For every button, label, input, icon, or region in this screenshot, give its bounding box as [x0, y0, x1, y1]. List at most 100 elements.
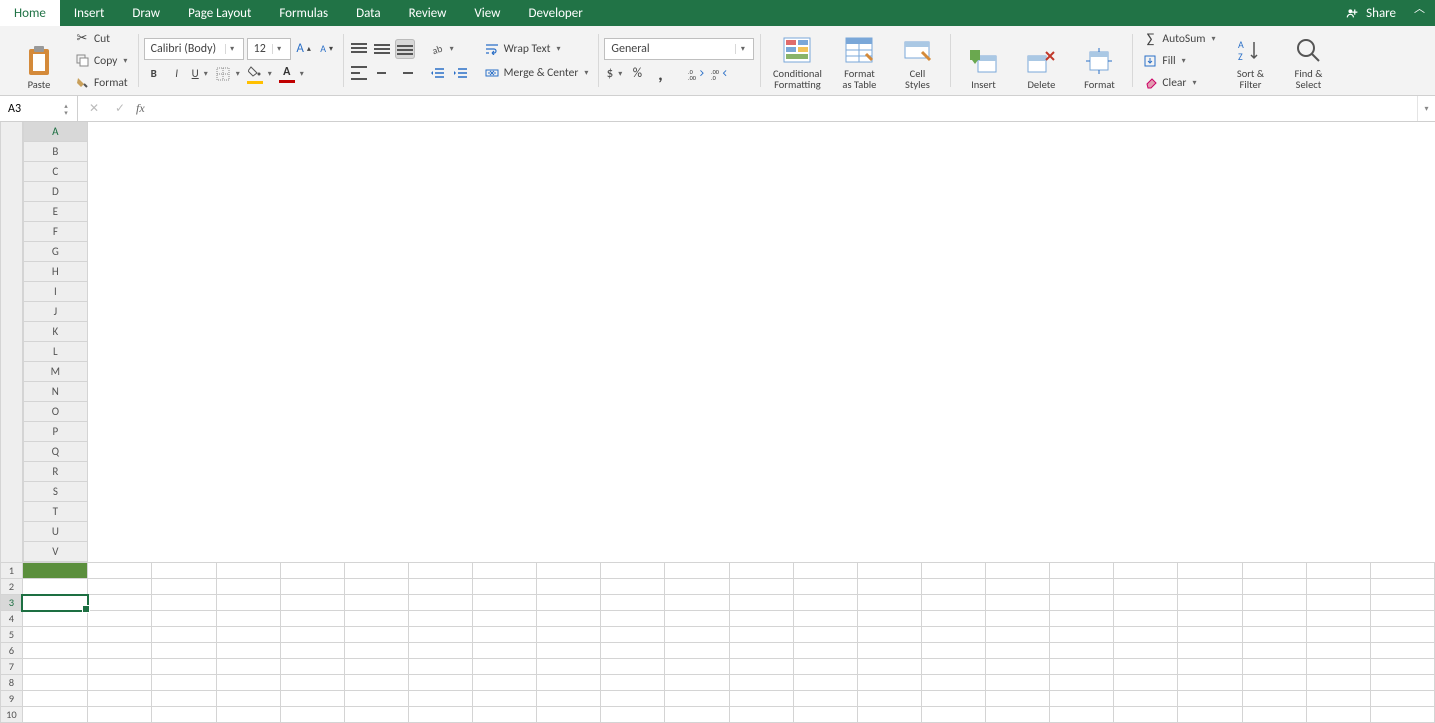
collapse-ribbon-button[interactable]: ︿ — [1404, 0, 1435, 26]
cell-L5[interactable] — [729, 627, 793, 643]
cut-button[interactable]: ✂ Cut — [70, 29, 132, 49]
cell-P10[interactable] — [986, 707, 1050, 723]
column-header-Q[interactable]: Q — [23, 442, 88, 462]
cell-M6[interactable] — [793, 643, 857, 659]
delete-cells-button[interactable]: Delete — [1014, 28, 1068, 92]
find-select-button[interactable]: Find & Select — [1281, 28, 1335, 92]
cell-F6[interactable] — [344, 643, 408, 659]
cell-B7[interactable] — [88, 659, 152, 675]
fill-button[interactable]: Fill ▾ — [1138, 51, 1219, 71]
cell-U1[interactable] — [1306, 563, 1370, 579]
cell-O6[interactable] — [921, 643, 985, 659]
row-header-10[interactable]: 10 — [1, 707, 23, 723]
cell-M7[interactable] — [793, 659, 857, 675]
column-header-R[interactable]: R — [23, 462, 88, 482]
cell-P5[interactable] — [986, 627, 1050, 643]
cell-C7[interactable] — [152, 659, 216, 675]
row-header-1[interactable]: 1 — [1, 563, 23, 579]
cell-Q9[interactable] — [1050, 691, 1114, 707]
row-header-2[interactable]: 2 — [1, 579, 23, 595]
cell-J1[interactable] — [601, 563, 665, 579]
fill-color-button[interactable]: ▾ — [245, 64, 274, 84]
tab-insert[interactable]: Insert — [60, 0, 119, 26]
cell-S9[interactable] — [1178, 691, 1242, 707]
cell-Q3[interactable] — [1050, 595, 1114, 611]
underline-button[interactable]: U▾ — [190, 64, 210, 84]
cell-G10[interactable] — [408, 707, 472, 723]
cell-C4[interactable] — [152, 611, 216, 627]
cell-C5[interactable] — [152, 627, 216, 643]
cell-D9[interactable] — [216, 691, 280, 707]
orientation-button[interactable]: ab▾ — [427, 39, 456, 59]
cell-T6[interactable] — [1242, 643, 1306, 659]
cell-G6[interactable] — [408, 643, 472, 659]
cell-A8[interactable] — [22, 675, 88, 691]
cell-U10[interactable] — [1306, 707, 1370, 723]
cell-N1[interactable] — [857, 563, 921, 579]
cell-Q6[interactable] — [1050, 643, 1114, 659]
cell-B4[interactable] — [88, 611, 152, 627]
cell-E7[interactable] — [280, 659, 344, 675]
conditional-formatting-button[interactable]: Conditional Formatting — [766, 28, 828, 92]
cell-O7[interactable] — [921, 659, 985, 675]
cell-M4[interactable] — [793, 611, 857, 627]
cell-G2[interactable] — [408, 579, 472, 595]
cell-O5[interactable] — [921, 627, 985, 643]
insert-cells-button[interactable]: Insert — [956, 28, 1010, 92]
cell-K8[interactable] — [665, 675, 729, 691]
align-left-button[interactable] — [349, 63, 369, 83]
tab-view[interactable]: View — [460, 0, 514, 26]
number-format-combo[interactable]: General ▾ — [604, 38, 754, 60]
cell-A5[interactable] — [22, 627, 88, 643]
merge-center-button[interactable]: Merge & Center ▾ — [480, 63, 593, 83]
tab-formulas[interactable]: Formulas — [265, 0, 342, 26]
cell-O10[interactable] — [921, 707, 985, 723]
cell-B10[interactable] — [88, 707, 152, 723]
cancel-formula-button[interactable]: ✕ — [84, 99, 104, 119]
cell-L8[interactable] — [729, 675, 793, 691]
cell-T2[interactable] — [1242, 579, 1306, 595]
cell-L2[interactable] — [729, 579, 793, 595]
enter-formula-button[interactable]: ✓ — [110, 99, 130, 119]
decrease-indent-button[interactable] — [427, 63, 447, 83]
cell-F3[interactable] — [344, 595, 408, 611]
cell-G3[interactable] — [408, 595, 472, 611]
cell-M5[interactable] — [793, 627, 857, 643]
cell-O9[interactable] — [921, 691, 985, 707]
fx-icon[interactable]: fx — [136, 101, 145, 116]
cell-T9[interactable] — [1242, 691, 1306, 707]
column-header-B[interactable]: B — [23, 142, 88, 162]
cell-P3[interactable] — [986, 595, 1050, 611]
cell-R6[interactable] — [1114, 643, 1178, 659]
cell-V2[interactable] — [1370, 579, 1434, 595]
cell-U8[interactable] — [1306, 675, 1370, 691]
cell-F4[interactable] — [344, 611, 408, 627]
column-header-F[interactable]: F — [23, 222, 88, 242]
cell-K5[interactable] — [665, 627, 729, 643]
cell-Q4[interactable] — [1050, 611, 1114, 627]
cell-H3[interactable] — [473, 595, 537, 611]
cell-N3[interactable] — [857, 595, 921, 611]
cell-J10[interactable] — [601, 707, 665, 723]
cell-F1[interactable] — [344, 563, 408, 579]
row-header-9[interactable]: 9 — [1, 691, 23, 707]
cell-R3[interactable] — [1114, 595, 1178, 611]
cell-Q2[interactable] — [1050, 579, 1114, 595]
cell-J3[interactable] — [601, 595, 665, 611]
cell-F2[interactable] — [344, 579, 408, 595]
cell-V5[interactable] — [1370, 627, 1434, 643]
column-header-E[interactable]: E — [23, 202, 88, 222]
cell-J4[interactable] — [601, 611, 665, 627]
cell-N4[interactable] — [857, 611, 921, 627]
cell-C6[interactable] — [152, 643, 216, 659]
cell-E2[interactable] — [280, 579, 344, 595]
column-header-T[interactable]: T — [23, 502, 88, 522]
cell-P6[interactable] — [986, 643, 1050, 659]
format-painter-button[interactable]: Format — [70, 73, 132, 93]
cell-S8[interactable] — [1178, 675, 1242, 691]
cell-P7[interactable] — [986, 659, 1050, 675]
cell-D1[interactable] — [216, 563, 280, 579]
cell-H8[interactable] — [473, 675, 537, 691]
name-box[interactable]: A3 ▴▾ — [0, 96, 78, 121]
cell-Q5[interactable] — [1050, 627, 1114, 643]
